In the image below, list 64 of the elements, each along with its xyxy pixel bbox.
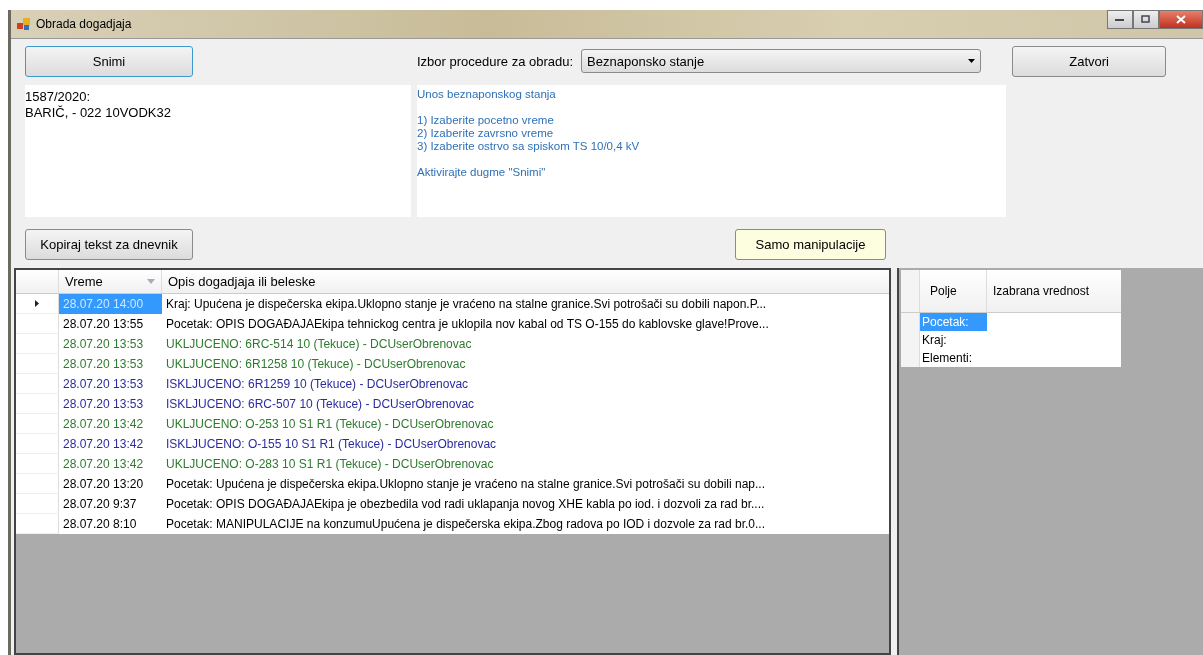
time-cell[interactable]: 28.07.20 13:53: [59, 334, 162, 354]
row-header[interactable]: [16, 314, 59, 334]
description-cell[interactable]: UKLJUCENO: O-283 10 S1 R1 (Tekuce) - DCUserObrenovac: [162, 454, 889, 474]
close-form-button[interactable]: Zatvori: [1012, 45, 1167, 77]
close-button[interactable]: [1159, 10, 1203, 29]
window-title: Obrada dogadjaja: [36, 17, 132, 31]
row-header[interactable]: [16, 334, 59, 354]
column-header[interactable]: Izabrana vrednost: [987, 270, 1121, 312]
instructions-text: Unos beznaponskog stanja: [417, 88, 556, 101]
row-header[interactable]: [901, 349, 920, 367]
column-header[interactable]: Vreme: [59, 270, 162, 293]
row-header[interactable]: [16, 474, 59, 494]
time-cell[interactable]: 28.07.20 13:53: [59, 374, 162, 394]
description-cell[interactable]: Pocetak: OPIS DOGAĐAJAEkipa tehnickog centra je uklopila nov kabal od TS O-155 do kablovske glave!Prove...: [162, 314, 889, 334]
description-cell[interactable]: ISKLJUCENO: 6RC-507 10 (Tekuce) - DCUserObrenovac: [162, 394, 889, 414]
column-header[interactable]: Opis dogadjaja ili beleske: [162, 270, 889, 293]
app-icon: [17, 17, 31, 31]
row-header[interactable]: [16, 514, 59, 534]
maximize-button[interactable]: [1133, 10, 1159, 29]
current-row-icon: [35, 300, 39, 307]
field-cell[interactable]: Kraj:: [920, 331, 987, 349]
row-header[interactable]: [16, 374, 59, 394]
maximize-icon: [1141, 15, 1151, 24]
description-cell[interactable]: UKLJUCENO: 6R1258 10 (Tekuce) - DCUserObrenovac: [162, 354, 889, 374]
row-header[interactable]: [16, 434, 59, 454]
description-cell[interactable]: ISKLJUCENO: O-155 10 S1 R1 (Tekuce) - DCUserObrenovac: [162, 434, 889, 454]
case-text-box[interactable]: 1587/2020: BARIČ, - 022 10VODK32: [25, 85, 411, 217]
time-cell[interactable]: 28.07.20 9:37: [59, 494, 162, 514]
time-cell[interactable]: 28.07.20 13:20: [59, 474, 162, 494]
row-header[interactable]: [16, 354, 59, 374]
description-cell[interactable]: Kraj: Upućena je dispečerska ekipa.Uklopno stanje je vraćeno na stalne granice.Svi potrošači su dobili napon.P...: [162, 294, 889, 314]
description-cell[interactable]: Pocetak: MANIPULACIJE na konzumuUpućena je dispečerska ekipa.Zbog radova po IOD i dozvole za rad br.0...: [162, 514, 889, 534]
time-cell[interactable]: 28.07.20 13:42: [59, 454, 162, 474]
procedure-dropdown[interactable]: Beznaponsko stanje: [581, 49, 982, 73]
time-cell[interactable]: 28.07.20 13:42: [59, 414, 162, 434]
sort-icon: [147, 279, 155, 284]
row-header[interactable]: [16, 414, 59, 434]
time-cell[interactable]: 28.07.20 13:53: [59, 394, 162, 414]
description-cell[interactable]: UKLJUCENO: O-253 10 S1 R1 (Tekuce) - DCUserObrenovac: [162, 414, 889, 434]
time-cell[interactable]: 28.07.20 13:42: [59, 434, 162, 454]
time-cell[interactable]: 28.07.20 13:55: [59, 314, 162, 334]
save-button[interactable]: Snimi: [25, 45, 193, 77]
row-header[interactable]: [16, 394, 59, 414]
minimize-button[interactable]: [1107, 10, 1133, 29]
close-icon: [1176, 15, 1186, 24]
procedure-label: Izbor procedure za obradu:: [417, 53, 574, 69]
caret-icon: [968, 59, 976, 63]
row-header[interactable]: [901, 313, 920, 331]
copy-text-button[interactable]: Kopiraj tekst za dnevnik: [25, 229, 193, 260]
instructions-text: Aktivirajte dugme "Snimi": [417, 166, 546, 179]
row-header[interactable]: [16, 294, 59, 314]
description-cell[interactable]: Pocetak: OPIS DOGAĐAJAEkipa je obezbedila vod radi uklapanja novog XHE kabla po iod. i dozvoli za rad br....: [162, 494, 889, 514]
description-cell[interactable]: UKLJUCENO: 6RC-514 10 (Tekuce) - DCUserObrenovac: [162, 334, 889, 354]
row-header[interactable]: [16, 494, 59, 514]
header-corner: [901, 270, 920, 312]
description-cell[interactable]: Pocetak: Upućena je dispečerska ekipa.Uklopno stanje je vraćeno na stalne granice.Svi potrošači su dobili nap...: [162, 474, 889, 494]
row-header[interactable]: [16, 454, 59, 474]
time-cell[interactable]: 28.07.20 8:10: [59, 514, 162, 534]
description-cell[interactable]: ISKLJUCENO: 6R1259 10 (Tekuce) - DCUserObrenovac: [162, 374, 889, 394]
instructions-text: 1) Izaberite pocetno vreme 2) Izaberite zavrsno vreme 3) Izaberite ostrvo sa spiskom TS 10/0,4 kV: [417, 114, 640, 153]
manipulations-only-button[interactable]: Samo manipulacije: [735, 229, 886, 260]
time-cell[interactable]: 28.07.20 13:53: [59, 354, 162, 374]
field-cell[interactable]: Elementi:: [920, 349, 987, 367]
column-header[interactable]: Polje: [920, 270, 987, 312]
